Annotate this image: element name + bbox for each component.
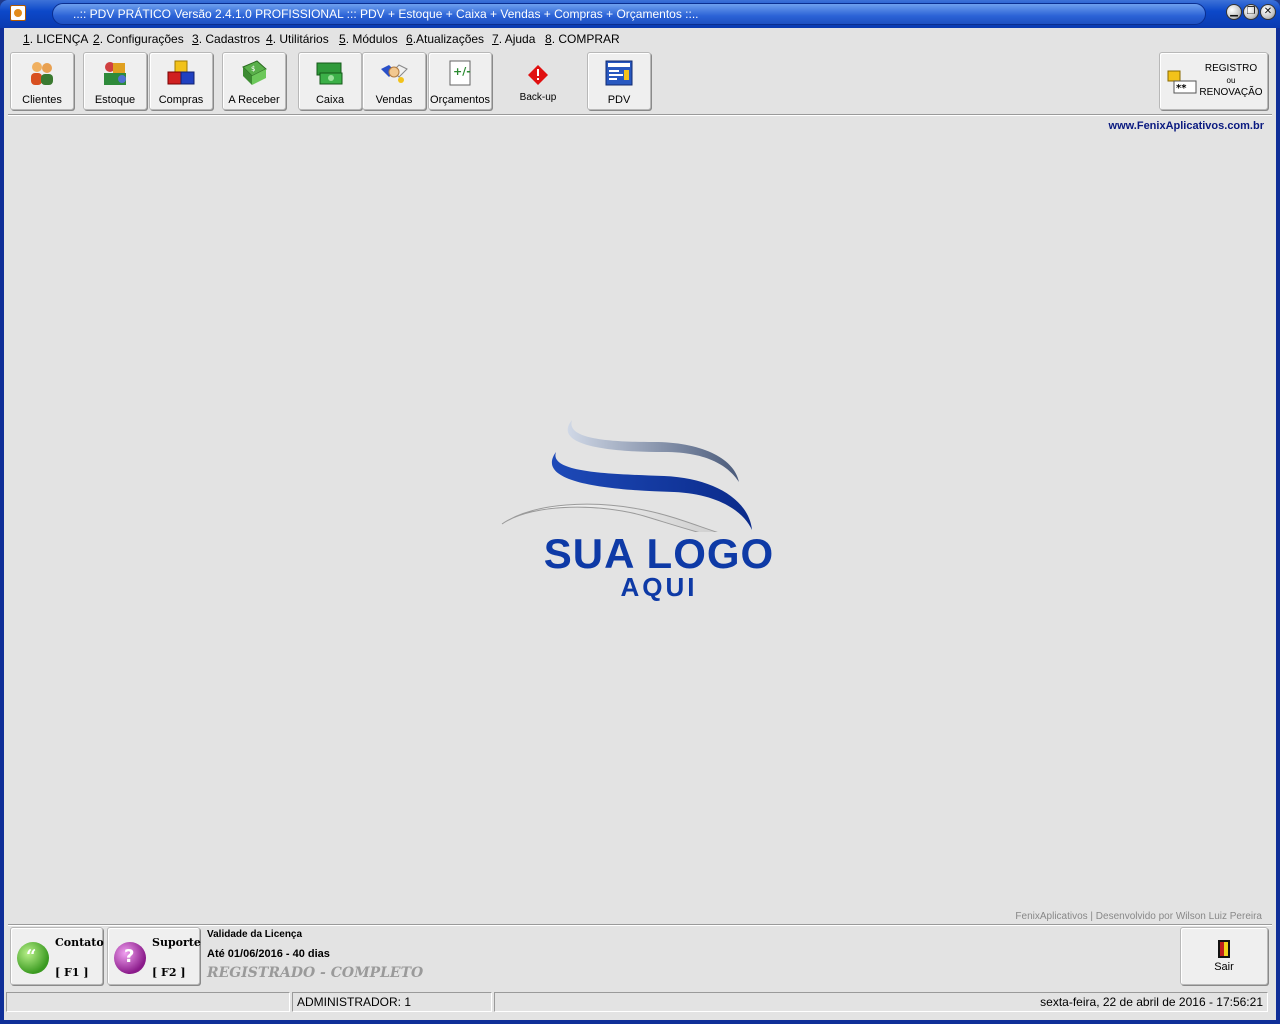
purchases-cubes-icon — [167, 60, 195, 85]
svg-text:$: $ — [251, 65, 255, 73]
license-validity-title: Validade da Licença — [207, 929, 303, 940]
window-title: ..:: PDV PRÁTICO Versão 2.4.1.0 PROFISSI… — [52, 3, 1206, 25]
menu-cadastros[interactable]: 3. Cadastros — [192, 32, 260, 46]
renovacao-label: RENOVAÇÃO — [1199, 87, 1263, 98]
license-expiry: Até 01/06/2016 - 40 dias — [207, 948, 330, 960]
registro-ou-label: ou — [1226, 76, 1236, 85]
menu-bar: 1. LICENÇA 2. Configurações 3. Cadastros… — [4, 28, 1276, 50]
menu-configuracoes[interactable]: 2. Configurações — [93, 32, 184, 46]
logo-title: SUA LOGO — [543, 530, 775, 577]
orcamentos-button[interactable]: +/- Orçamentos — [428, 52, 492, 110]
money-book-icon: $ — [242, 60, 267, 85]
menu-modulos[interactable]: 5. Módulos — [339, 32, 398, 46]
compras-label: Compras — [158, 94, 204, 106]
suporte-shortcut: [ F2 ] — [152, 966, 186, 979]
pdv-button[interactable]: PDV — [587, 52, 651, 110]
a-receber-button[interactable]: $ A Receber — [222, 52, 286, 110]
backup-label: Back-up — [519, 92, 557, 103]
exit-door-icon — [1218, 940, 1230, 958]
chat-bubble-icon: “ — [17, 942, 49, 974]
app-window: ..:: PDV PRÁTICO Versão 2.4.1.0 PROFISSI… — [0, 0, 1280, 1024]
clientes-button[interactable]: Clientes — [10, 52, 74, 110]
help-question-icon: ? — [114, 942, 146, 974]
toolbar-divider — [8, 114, 1272, 116]
compras-button[interactable]: Compras — [149, 52, 213, 110]
registro-button[interactable]: ** REGISTRO ou RENOVAÇÃO — [1159, 52, 1268, 110]
lock-password-icon: ** — [1167, 70, 1197, 94]
logo-subtitle: AQUI — [620, 572, 698, 602]
svg-text:+/-: +/- — [453, 65, 471, 78]
menu-atualizacoes[interactable]: 6.Atualizações — [406, 32, 484, 46]
main-client-area: 1. LICENÇA 2. Configurações 3. Cadastros… — [4, 28, 1276, 1020]
minimize-icon[interactable]: ▁ — [1226, 4, 1242, 20]
app-icon[interactable] — [10, 5, 26, 21]
pdv-window-icon — [605, 60, 633, 86]
suporte-button[interactable]: ? Suporte [ F2 ] — [107, 927, 201, 985]
menu-utilitarios[interactable]: 4. Utilitários — [266, 32, 329, 46]
svg-text:**: ** — [1176, 83, 1187, 94]
status-bar: ADMINISTRADOR: 1 sexta-feira, 22 de abri… — [4, 992, 1276, 1012]
clients-icon — [31, 62, 53, 85]
company-logo: SUA LOGO AQUI — [494, 412, 824, 602]
caixa-button[interactable]: Caixa — [298, 52, 362, 110]
title-bar[interactable]: ..:: PDV PRÁTICO Versão 2.4.1.0 PROFISSI… — [0, 0, 1280, 28]
developer-credit: FenixAplicativos | Desenvolvido por Wils… — [1015, 911, 1262, 922]
status-panel-empty — [6, 992, 290, 1012]
backup-button[interactable]: Back-up — [506, 52, 570, 110]
estoque-button[interactable]: Estoque — [83, 52, 147, 110]
contato-button[interactable]: “ Contato [ F1 ] — [10, 927, 104, 985]
menu-comprar[interactable]: 8. COMPRAR — [545, 32, 620, 46]
contato-label: Contato — [55, 936, 104, 949]
status-datetime: sexta-feira, 22 de abril de 2016 - 17:56… — [494, 992, 1268, 1012]
website-link[interactable]: www.FenixAplicativos.com.br — [1109, 120, 1264, 132]
sair-button[interactable]: Sair — [1180, 927, 1268, 985]
pdv-label: PDV — [607, 94, 631, 106]
sair-label: Sair — [1214, 961, 1234, 973]
estoque-label: Estoque — [94, 94, 136, 106]
caixa-label: Caixa — [315, 94, 345, 106]
handshake-icon — [381, 64, 408, 83]
restore-icon[interactable]: ❐ — [1243, 4, 1259, 20]
suporte-label: Suporte — [152, 936, 201, 949]
a-receber-label: A Receber — [228, 94, 280, 106]
inventory-icon — [104, 62, 126, 85]
orcamentos-label: Orçamentos — [430, 94, 490, 106]
menu-ajuda[interactable]: 7. Ajuda — [492, 32, 535, 46]
contato-shortcut: [ F1 ] — [55, 966, 89, 979]
calculator-note-icon: +/- — [449, 60, 471, 86]
menu-licenca[interactable]: 1. LICENÇA — [23, 32, 88, 46]
cash-register-icon — [316, 62, 343, 85]
warning-diamond-icon — [528, 65, 548, 85]
vendas-button[interactable]: Vendas — [362, 52, 426, 110]
status-user: ADMINISTRADOR: 1 — [292, 992, 492, 1012]
close-icon[interactable]: ✕ — [1260, 4, 1276, 20]
logo-waves-icon — [501, 420, 752, 532]
registro-label: REGISTRO — [1204, 63, 1258, 74]
vendas-label: Vendas — [375, 94, 413, 106]
license-status: REGISTRADO - COMPLETO — [207, 965, 424, 981]
clientes-label: Clientes — [22, 94, 62, 106]
bottom-divider — [8, 924, 1272, 926]
